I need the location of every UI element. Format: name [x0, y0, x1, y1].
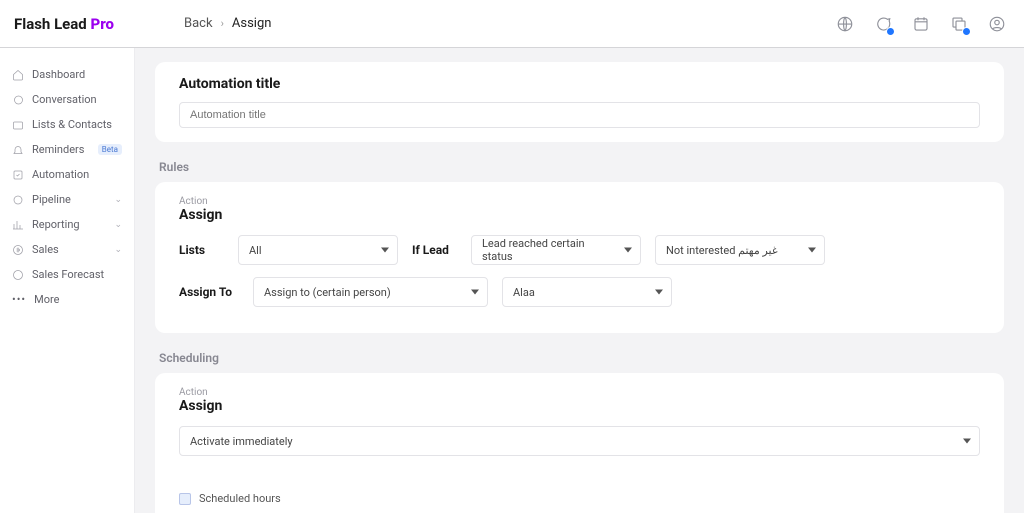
assignto-label: Assign To	[179, 285, 239, 299]
sidebar-item-reminders[interactable]: Reminders Beta	[8, 137, 126, 162]
scheduled-hours-checkbox[interactable]	[179, 493, 191, 505]
sidebar-item-label: Dashboard	[32, 68, 122, 81]
automation-title-input[interactable]	[179, 102, 980, 128]
status-select[interactable]: Not interested غير مهتم	[655, 235, 825, 265]
sidebar-item-reporting[interactable]: Reporting ⌄	[8, 212, 126, 237]
sidebar-more[interactable]: ••• More	[8, 287, 126, 312]
brand-name: Flash Lead	[14, 15, 90, 33]
action-label: Action	[179, 387, 980, 398]
iflead-select[interactable]: Lead reached certain status	[471, 235, 641, 265]
scheduled-hours-label: Scheduled hours	[199, 492, 281, 505]
sidebar-item-forecast[interactable]: Sales Forecast	[8, 262, 126, 287]
action-name: Assign	[179, 207, 980, 223]
sidebar: Dashboard Conversation Lists & Contacts …	[0, 48, 135, 513]
chevron-down-icon: ⌄	[114, 220, 122, 230]
pipeline-icon	[12, 194, 24, 206]
sidebar-item-label: Lists & Contacts	[32, 118, 122, 131]
automation-icon	[12, 169, 24, 181]
user-avatar-icon[interactable]	[988, 15, 1006, 33]
scheduling-card: Action Assign Activate immediately Sched…	[155, 373, 1004, 513]
brand-suffix: Pro	[90, 15, 114, 33]
chevron-down-icon: ⌄	[114, 245, 122, 255]
action-label: Action	[179, 196, 980, 207]
rules-row-2: Assign To Assign to (certain person) Ala…	[179, 277, 980, 307]
beta-badge: Beta	[98, 144, 122, 155]
scheduled-hours-row: Scheduled hours	[179, 492, 980, 505]
sidebar-item-lists[interactable]: Lists & Contacts	[8, 112, 126, 137]
sidebar-item-label: Pipeline	[32, 193, 106, 206]
dollar-icon	[12, 244, 24, 256]
sidebar-item-label: Sales Forecast	[32, 268, 122, 281]
lists-select[interactable]: All	[238, 235, 398, 265]
topbar-actions	[836, 15, 1014, 33]
sidebar-item-label: Sales	[32, 243, 106, 256]
sidebar-item-pipeline[interactable]: Pipeline ⌄	[8, 187, 126, 212]
chevron-down-icon: ⌄	[114, 195, 122, 205]
assignto-select[interactable]: Assign to (certain person)	[253, 277, 488, 307]
bell-icon	[12, 144, 24, 156]
rules-section-label: Rules	[159, 160, 1004, 174]
forecast-icon	[12, 269, 24, 281]
dots-icon: •••	[12, 293, 26, 306]
rules-card: Action Assign Lists All If Lead Lead rea…	[155, 182, 1004, 333]
chart-icon	[12, 219, 24, 231]
chat-icon	[12, 94, 24, 106]
lists-label: Lists	[179, 243, 224, 257]
card-heading: Automation title	[179, 76, 980, 92]
rules-row-1: Lists All If Lead Lead reached certain s…	[179, 235, 980, 265]
topbar: Flash Lead Pro Back › Assign	[0, 0, 1024, 48]
activate-select[interactable]: Activate immediately	[179, 426, 980, 456]
scheduling-section-label: Scheduling	[159, 351, 1004, 365]
main-content: Automation title Rules Action Assign Lis…	[135, 48, 1024, 513]
sidebar-item-dashboard[interactable]: Dashboard	[8, 62, 126, 87]
notification-badge	[886, 27, 895, 36]
folder-icon	[12, 119, 24, 131]
automation-title-card: Automation title	[155, 62, 1004, 142]
calendar-icon[interactable]	[912, 15, 930, 33]
action-name: Assign	[179, 398, 980, 414]
sidebar-item-label: Reporting	[32, 218, 106, 231]
breadcrumb: Back › Assign	[184, 16, 271, 31]
sidebar-item-automation[interactable]: Automation	[8, 162, 126, 187]
sidebar-item-label: Conversation	[32, 93, 122, 106]
chat-icon[interactable]	[874, 15, 892, 33]
home-icon	[12, 69, 24, 81]
globe-icon[interactable]	[836, 15, 854, 33]
sidebar-item-label: Reminders	[32, 143, 90, 156]
sidebar-item-label: Automation	[32, 168, 122, 181]
notification-badge	[962, 27, 971, 36]
breadcrumb-back[interactable]: Back	[184, 16, 213, 31]
person-select[interactable]: Alaa	[502, 277, 672, 307]
iflead-label: If Lead	[412, 243, 457, 257]
chevron-right-icon: ›	[221, 17, 224, 30]
sidebar-more-label: More	[34, 293, 59, 306]
sidebar-item-conversation[interactable]: Conversation	[8, 87, 126, 112]
copy-icon[interactable]	[950, 15, 968, 33]
brand-logo: Flash Lead Pro	[14, 15, 114, 33]
breadcrumb-current: Assign	[232, 16, 272, 31]
sidebar-item-sales[interactable]: Sales ⌄	[8, 237, 126, 262]
